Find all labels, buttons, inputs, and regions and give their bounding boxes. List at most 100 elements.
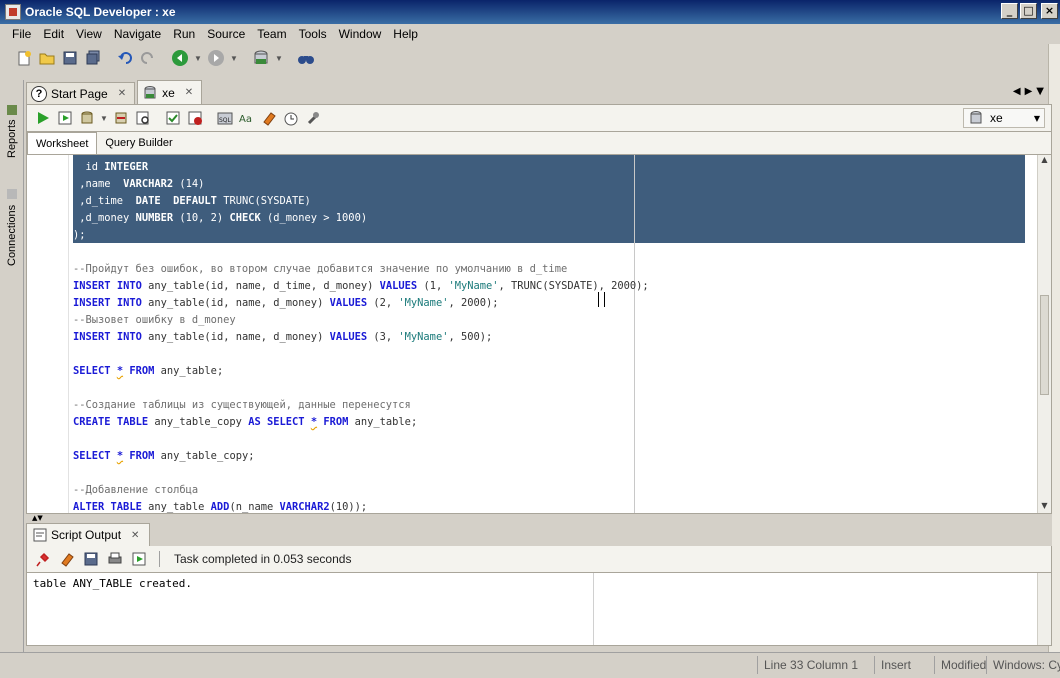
code-line[interactable]: id INTEGER xyxy=(73,159,649,176)
window-title: Oracle SQL Developer : xe xyxy=(25,5,176,19)
run-statement-icon[interactable] xyxy=(33,108,53,128)
menu-team[interactable]: Team xyxy=(251,27,292,41)
menu-run[interactable]: Run xyxy=(167,27,201,41)
help-circle-icon: ? xyxy=(31,85,47,102)
connections-side-tab-label: Connections xyxy=(6,204,18,266)
code-line[interactable]: SELECT * FROM any_table_copy; xyxy=(73,448,649,465)
back-dropdown-icon[interactable]: ▼ xyxy=(193,54,203,63)
code-line[interactable] xyxy=(73,380,649,397)
code-line[interactable]: ,d_time DATE DEFAULT TRUNC(SYSDATE) xyxy=(73,193,649,210)
connections-side-tab[interactable]: Connections xyxy=(2,180,22,270)
output-margin-guide xyxy=(593,573,594,645)
tab-start-page[interactable]: ? Start Page ✕ xyxy=(26,82,136,104)
connection-select[interactable]: xe ▼ xyxy=(963,108,1045,128)
undo-icon[interactable] xyxy=(115,48,135,68)
script-output-area[interactable]: table ANY_TABLE created. xyxy=(26,572,1052,646)
print-icon[interactable] xyxy=(105,549,125,569)
save-icon[interactable] xyxy=(81,549,101,569)
back-icon[interactable] xyxy=(170,48,190,68)
tab-xe[interactable]: xe ✕ xyxy=(137,80,203,104)
connections-icon xyxy=(7,189,17,200)
menu-navigate[interactable]: Navigate xyxy=(108,27,167,41)
sql-editor[interactable]: id INTEGER ,name VARCHAR2 (14) ,d_time D… xyxy=(26,154,1052,514)
save-icon[interactable] xyxy=(60,48,80,68)
to-uppercase-icon[interactable]: Aa xyxy=(237,108,257,128)
close-tab-icon[interactable]: ✕ xyxy=(118,88,126,99)
commit-icon[interactable] xyxy=(77,108,97,128)
line-gutter xyxy=(27,155,69,513)
code-line[interactable] xyxy=(73,346,649,363)
forward-dropdown-icon[interactable]: ▼ xyxy=(229,54,239,63)
sql-tuning-icon[interactable]: SQL xyxy=(215,108,235,128)
clear-icon[interactable] xyxy=(185,108,205,128)
binoculars-icon[interactable] xyxy=(296,48,316,68)
code-line[interactable]: ALTER TABLE any_table ADD(n_name VARCHAR… xyxy=(73,499,649,513)
code-line[interactable]: --Добавление столбца xyxy=(73,482,649,499)
save-all-icon[interactable] xyxy=(83,48,103,68)
rollback-icon[interactable] xyxy=(111,108,131,128)
code-line[interactable]: INSERT INTO any_table(id, name, d_time, … xyxy=(73,278,649,295)
menu-source[interactable]: Source xyxy=(201,27,251,41)
eraser-icon[interactable] xyxy=(259,108,279,128)
close-button[interactable]: × xyxy=(1041,3,1058,19)
code-line[interactable]: --Пройдут без ошибок, во втором случае д… xyxy=(73,261,649,278)
redo-icon[interactable] xyxy=(138,48,158,68)
tab-list-icon[interactable]: ▼ xyxy=(1036,86,1044,97)
code-area[interactable]: id INTEGER ,name VARCHAR2 (14) ,d_time D… xyxy=(73,159,649,513)
scroll-up-icon[interactable]: ▲ xyxy=(1038,155,1051,167)
worksheet-toolbar: ▼ SQL Aa xe ▼ xyxy=(26,104,1052,132)
code-line[interactable]: SELECT * FROM any_table; xyxy=(73,363,649,380)
code-line[interactable]: --Создание таблицы из существующей, данн… xyxy=(73,397,649,414)
close-tab-icon[interactable]: ✕ xyxy=(185,87,193,98)
forward-icon[interactable] xyxy=(206,48,226,68)
menu-help[interactable]: Help xyxy=(387,27,424,41)
sql-connection-icon[interactable] xyxy=(251,48,271,68)
new-icon[interactable] xyxy=(14,48,34,68)
output-toolbar: Task completed in 0.053 seconds xyxy=(26,546,1052,572)
code-line[interactable]: INSERT INTO any_table(id, name, d_money)… xyxy=(73,295,649,312)
autotrace-icon[interactable] xyxy=(163,108,183,128)
reports-side-tab[interactable]: Reports xyxy=(2,86,22,172)
panel-splitter[interactable]: ▲▼ xyxy=(26,514,1052,522)
explain-plan-icon[interactable] xyxy=(133,108,153,128)
tab-right-arrow-icon[interactable]: ▶ xyxy=(1025,86,1033,97)
editor-vertical-scrollbar[interactable]: ▲ ▼ xyxy=(1037,155,1051,513)
minimize-button[interactable]: _ xyxy=(1001,3,1018,19)
svg-text:SQL: SQL xyxy=(219,117,232,124)
left-side-panel: Reports Connections xyxy=(0,80,24,678)
run-script-icon[interactable] xyxy=(129,549,149,569)
pin-icon[interactable] xyxy=(33,549,53,569)
tab-query-builder[interactable]: Query Builder xyxy=(97,132,180,154)
commit-dropdown-icon[interactable]: ▼ xyxy=(99,114,109,123)
tab-left-arrow-icon[interactable]: ◀ xyxy=(1013,86,1021,97)
menu-view[interactable]: View xyxy=(70,27,108,41)
output-vertical-scrollbar[interactable] xyxy=(1037,573,1051,645)
code-line[interactable]: --Вызовет ошибку в d_money xyxy=(73,312,649,329)
sql-dropdown-icon[interactable]: ▼ xyxy=(274,54,284,63)
menu-file[interactable]: File xyxy=(6,27,37,41)
tab-worksheet[interactable]: Worksheet xyxy=(27,132,98,154)
code-line[interactable]: ,name VARCHAR2 (14) xyxy=(73,176,649,193)
tab-script-output[interactable]: Script Output ✕ xyxy=(26,523,151,546)
code-line[interactable]: ,d_money NUMBER (10, 2) CHECK (d_money >… xyxy=(73,210,649,227)
history-icon[interactable] xyxy=(281,108,301,128)
maximize-button[interactable]: □ xyxy=(1020,3,1037,19)
scroll-down-icon[interactable]: ▼ xyxy=(1038,501,1051,513)
code-line[interactable]: ); xyxy=(73,227,649,244)
chevron-down-icon: ▼ xyxy=(1033,113,1040,123)
code-line[interactable]: CREATE TABLE any_table_copy AS SELECT * … xyxy=(73,414,649,431)
open-folder-icon[interactable] xyxy=(37,48,57,68)
menu-tools[interactable]: Tools xyxy=(293,27,333,41)
output-tabs: Script Output ✕ xyxy=(26,522,1052,546)
code-line[interactable] xyxy=(73,244,649,261)
code-line[interactable]: INSERT INTO any_table(id, name, d_money)… xyxy=(73,329,649,346)
eraser-icon[interactable] xyxy=(57,549,77,569)
scrollbar-thumb[interactable] xyxy=(1040,295,1049,395)
code-line[interactable] xyxy=(73,431,649,448)
menu-window[interactable]: Window xyxy=(333,27,388,41)
code-line[interactable] xyxy=(73,465,649,482)
settings-wrench-icon[interactable] xyxy=(303,108,323,128)
menu-edit[interactable]: Edit xyxy=(37,27,70,41)
close-tab-icon[interactable]: ✕ xyxy=(131,530,139,541)
run-script-icon[interactable] xyxy=(55,108,75,128)
